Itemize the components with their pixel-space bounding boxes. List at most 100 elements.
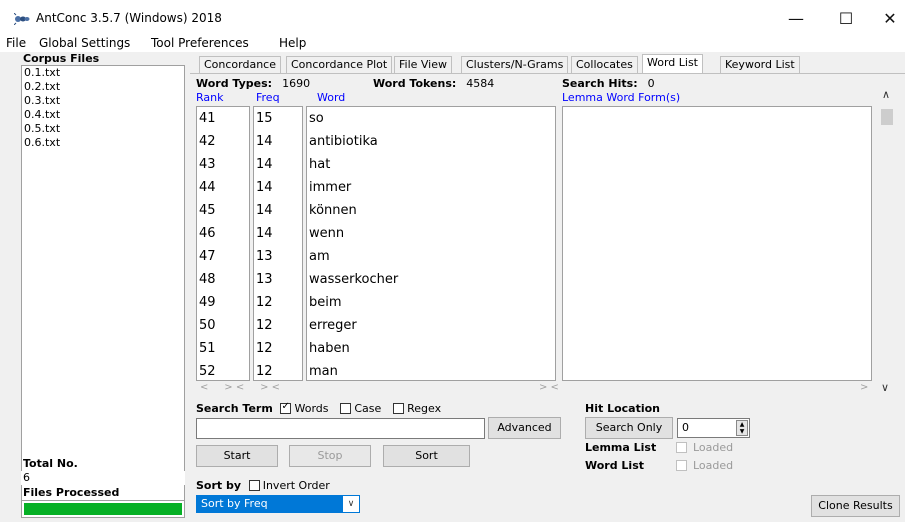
word-cell[interactable]: so: [307, 107, 555, 130]
rank-cell[interactable]: 41: [197, 107, 249, 130]
freq-cell[interactable]: 14: [254, 176, 302, 199]
tab-clusters-ngrams[interactable]: Clusters/N-Grams: [461, 56, 569, 73]
freq-cell[interactable]: 13: [254, 268, 302, 291]
freq-cell[interactable]: 14: [254, 199, 302, 222]
freq-cell[interactable]: 15: [254, 107, 302, 130]
horizontal-scrollbar-3[interactable]: >: [860, 382, 868, 394]
freq-column-header[interactable]: Freq: [256, 91, 280, 104]
corpus-panel: Corpus Files 0.1.txt 0.2.txt 0.3.txt 0.4…: [0, 52, 190, 522]
word-column-header[interactable]: Word: [317, 91, 345, 104]
word-cell[interactable]: haben: [307, 337, 555, 360]
corpus-file-list[interactable]: 0.1.txt 0.2.txt 0.3.txt 0.4.txt 0.5.txt …: [21, 65, 185, 502]
search-hits-stat: Search Hits: 0: [562, 77, 655, 90]
freq-cell[interactable]: 12: [254, 337, 302, 360]
tab-file-view[interactable]: File View: [394, 56, 453, 73]
tab-concordance[interactable]: Concordance: [199, 56, 281, 73]
search-term-input[interactable]: [196, 418, 485, 439]
rank-cell[interactable]: 46: [197, 222, 249, 245]
search-hits-value: 0: [647, 77, 655, 90]
lemma-column-header[interactable]: Lemma Word Form(s): [562, 91, 680, 104]
word-column[interactable]: so antibiotika hat immer können wenn am wasserk…: [306, 106, 556, 381]
rank-cell[interactable]: 44: [197, 176, 249, 199]
freq-cell[interactable]: 14: [254, 153, 302, 176]
word-list-loaded-label: Loaded: [693, 459, 734, 472]
advanced-button[interactable]: Advanced: [488, 417, 561, 439]
start-button[interactable]: Start: [196, 445, 278, 467]
word-cell[interactable]: wasserkocher: [307, 268, 555, 291]
rank-cell[interactable]: 51: [197, 337, 249, 360]
rank-column-header[interactable]: Rank: [196, 91, 223, 104]
words-checkbox[interactable]: [280, 401, 292, 414]
scroll-up-icon[interactable]: ∧: [882, 88, 890, 101]
rank-column[interactable]: 41424344454647484950515253: [196, 106, 250, 381]
word-cell[interactable]: man: [307, 360, 555, 380]
corpus-file-item[interactable]: 0.2.txt: [22, 80, 184, 94]
rank-cell[interactable]: 43: [197, 153, 249, 176]
invert-order-checkbox[interactable]: [248, 480, 260, 491]
freq-cell[interactable]: 14: [254, 222, 302, 245]
minimize-button[interactable]: —: [776, 6, 816, 32]
tab-word-list[interactable]: Word List: [642, 54, 703, 74]
corpus-file-item[interactable]: 0.1.txt: [22, 66, 184, 80]
sort-by-select[interactable]: Sort by Freq ∨: [196, 495, 360, 513]
spinner-arrows-icon[interactable]: ▲ ▼: [736, 420, 748, 436]
word-cell[interactable]: wenn: [307, 222, 555, 245]
search-only-button[interactable]: Search Only: [585, 417, 673, 439]
menu-tool-preferences[interactable]: Tool Preferences: [151, 36, 249, 50]
lemma-column[interactable]: [562, 106, 872, 381]
word-tokens-value: 4584: [466, 77, 495, 90]
word-cell[interactable]: können: [307, 199, 555, 222]
sort-button[interactable]: Sort: [383, 445, 470, 467]
word-cell[interactable]: immer: [307, 176, 555, 199]
freq-cell[interactable]: 12: [254, 291, 302, 314]
horizontal-scrollbar-2[interactable]: > <: [539, 382, 559, 394]
word-cell[interactable]: beim: [307, 291, 555, 314]
rank-cell[interactable]: 49: [197, 291, 249, 314]
maximize-button[interactable]: ☐: [826, 6, 866, 32]
freq-cell[interactable]: 12: [254, 360, 302, 380]
stop-button[interactable]: Stop: [289, 445, 371, 467]
case-checkbox[interactable]: [340, 403, 352, 414]
corpus-file-item[interactable]: 0.6.txt: [22, 136, 184, 150]
total-no-value: 6: [21, 471, 185, 485]
word-cell[interactable]: hat: [307, 153, 555, 176]
word-list-label: Word List: [585, 459, 645, 472]
tab-collocates[interactable]: Collocates: [571, 56, 638, 73]
scroll-down-icon[interactable]: ∨: [881, 381, 889, 394]
freq-cell[interactable]: 14: [254, 130, 302, 153]
menu-file[interactable]: File: [6, 36, 26, 50]
total-no-label: Total No.: [23, 457, 78, 470]
tab-concordance-plot[interactable]: Concordance Plot: [286, 56, 393, 73]
rank-cell[interactable]: 42: [197, 130, 249, 153]
menu-bar: File Global Settings Tool Preferences He…: [0, 34, 905, 52]
window-title: AntConc 3.5.7 (Windows) 2018: [36, 11, 222, 25]
word-cell[interactable]: am: [307, 245, 555, 268]
regex-checkbox[interactable]: [393, 403, 405, 414]
corpus-file-item[interactable]: 0.4.txt: [22, 108, 184, 122]
close-button[interactable]: ✕: [870, 6, 905, 32]
corpus-file-item[interactable]: 0.5.txt: [22, 122, 184, 136]
vertical-scrollbar[interactable]: ∧: [878, 88, 896, 381]
word-cell[interactable]: antibiotika: [307, 130, 555, 153]
word-types-value: 1690: [282, 77, 311, 90]
word-cell[interactable]: erreger: [307, 314, 555, 337]
rank-cell[interactable]: 48: [197, 268, 249, 291]
chevron-down-icon[interactable]: ∨: [343, 496, 359, 512]
rank-cell[interactable]: 52: [197, 360, 249, 380]
freq-column[interactable]: 15141414141413131212121211: [253, 106, 303, 381]
horizontal-scrollbar-1[interactable]: < > < > <: [200, 382, 280, 394]
rank-cell[interactable]: 50: [197, 314, 249, 337]
menu-help[interactable]: Help: [279, 36, 306, 50]
freq-cell[interactable]: 13: [254, 245, 302, 268]
rank-cell[interactable]: 47: [197, 245, 249, 268]
ant-app-icon: [14, 13, 30, 25]
tab-keyword-list[interactable]: Keyword List: [720, 56, 800, 73]
hit-location-spinner[interactable]: 0 ▲ ▼: [677, 418, 750, 438]
menu-global-settings[interactable]: Global Settings: [39, 36, 130, 50]
corpus-file-item[interactable]: 0.3.txt: [22, 94, 184, 108]
clone-results-button[interactable]: Clone Results: [811, 495, 900, 517]
scroll-thumb[interactable]: [881, 109, 893, 125]
hit-location-value: 0: [682, 421, 689, 434]
rank-cell[interactable]: 45: [197, 199, 249, 222]
freq-cell[interactable]: 12: [254, 314, 302, 337]
